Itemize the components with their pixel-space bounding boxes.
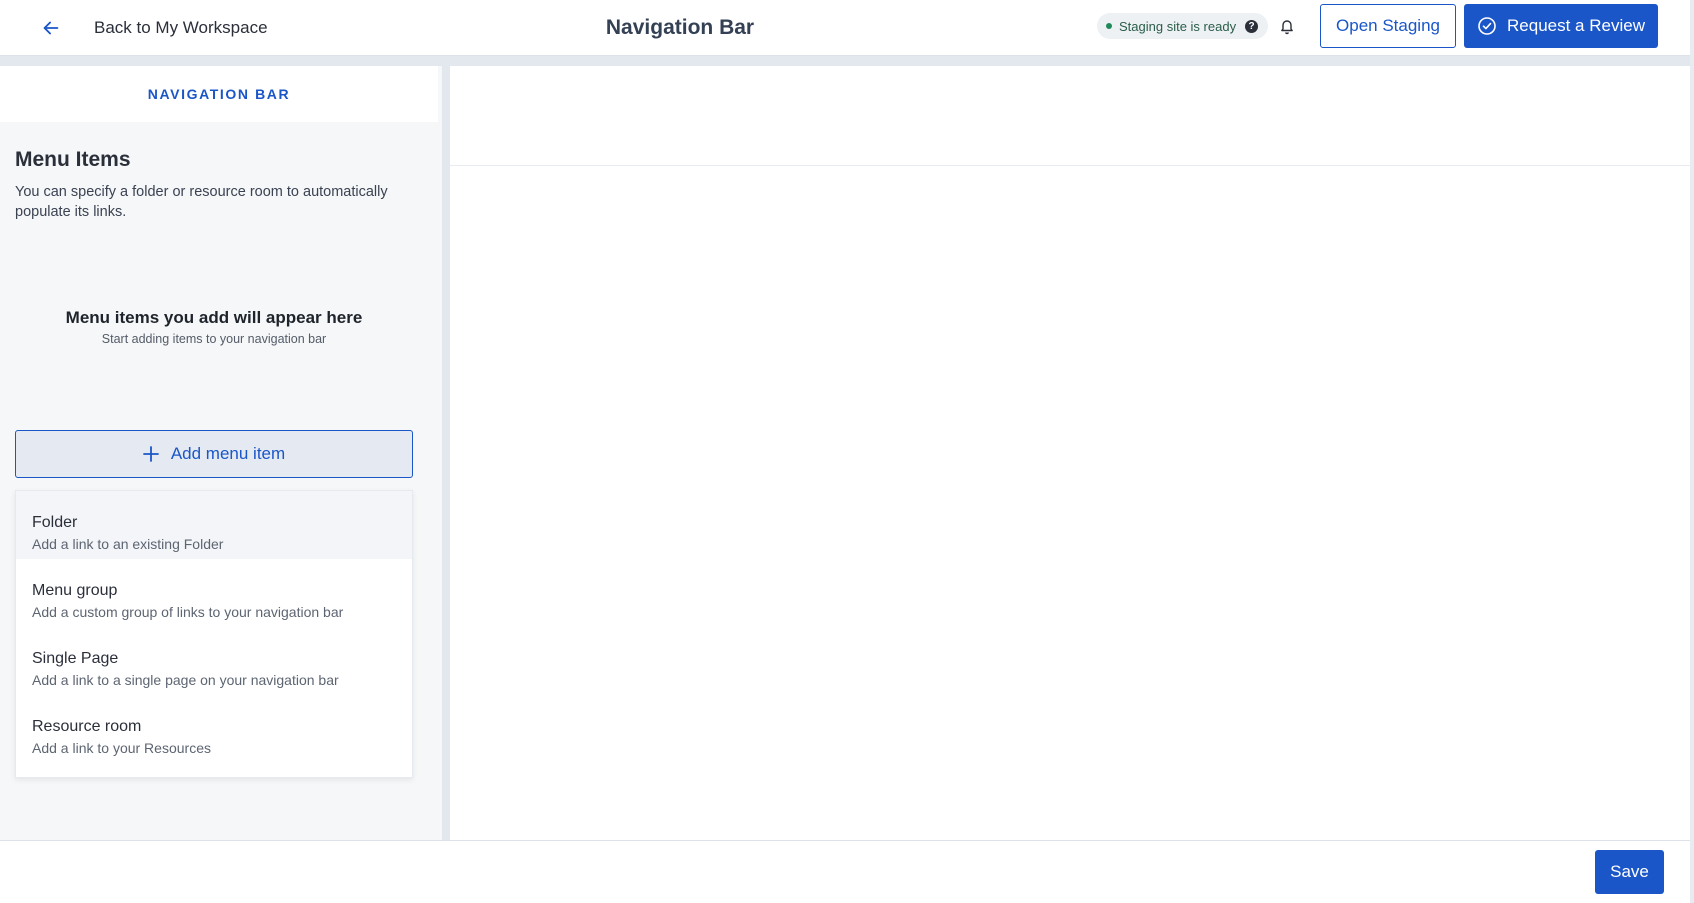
bell-icon[interactable] [1279,17,1295,35]
staging-status-badge: Staging site is ready ? [1097,13,1269,39]
tab-navigation-bar[interactable]: NAVIGATION BAR [0,66,438,122]
plus-icon [142,446,159,462]
request-review-button[interactable]: Request a Review [1464,4,1658,48]
status-dot [1106,23,1112,29]
header-divider [0,56,1694,66]
menu-option-folder[interactable]: Folder Add a link to an existing Folder [16,491,412,559]
menu-option-title: Resource room [32,718,142,735]
section-title: Menu Items [15,148,131,171]
footer-bar: Save [0,840,1690,903]
empty-state-subtitle: Start adding items to your navigation ba… [101,332,327,346]
add-menu-item-dropdown: Folder Add a link to an existing Folder … [15,490,413,778]
status-text: Staging site is ready [1119,18,1237,34]
settings-panel: NAVIGATION BAR Menu Items You can specif… [0,66,442,840]
panel-divider [442,66,450,840]
request-review-label: Request a Review [1507,16,1645,35]
help-icon[interactable]: ? [1245,19,1259,33]
section-description: You can specify a folder or resource roo… [15,184,388,220]
menu-option-description: Add a link to your Resources [32,740,211,756]
preview-navigation-bar [450,66,1690,166]
menu-option-description: Add a link to a single page on your navi… [32,672,339,688]
top-header: Back to My Workspace Navigation Bar Stag… [0,0,1694,56]
menu-option-menu-group[interactable]: Menu group Add a custom group of links t… [16,559,412,627]
add-menu-item-label: Add menu item [170,444,286,463]
save-button[interactable]: Save [1595,850,1664,894]
menu-option-description: Add a custom group of links to your navi… [32,604,344,620]
open-staging-button[interactable]: Open Staging [1320,4,1456,48]
menu-option-single-page[interactable]: Single Page Add a link to a single page … [16,627,412,695]
menu-option-resource-room[interactable]: Resource room Add a link to your Resourc… [16,695,412,763]
menu-option-title: Menu group [32,582,118,599]
check-circle-icon [1478,17,1496,35]
menu-option-title: Folder [32,514,78,531]
add-menu-item-button[interactable]: Add menu item [15,430,413,478]
preview-panel [450,66,1690,840]
app-frame: Back to My Workspace Navigation Bar Stag… [0,0,1694,903]
scrollbar[interactable] [1690,0,1694,903]
menu-option-title: Single Page [32,650,119,667]
menu-option-description: Add a link to an existing Folder [32,536,224,552]
empty-state-title: Menu items you add will appear here [65,308,363,327]
